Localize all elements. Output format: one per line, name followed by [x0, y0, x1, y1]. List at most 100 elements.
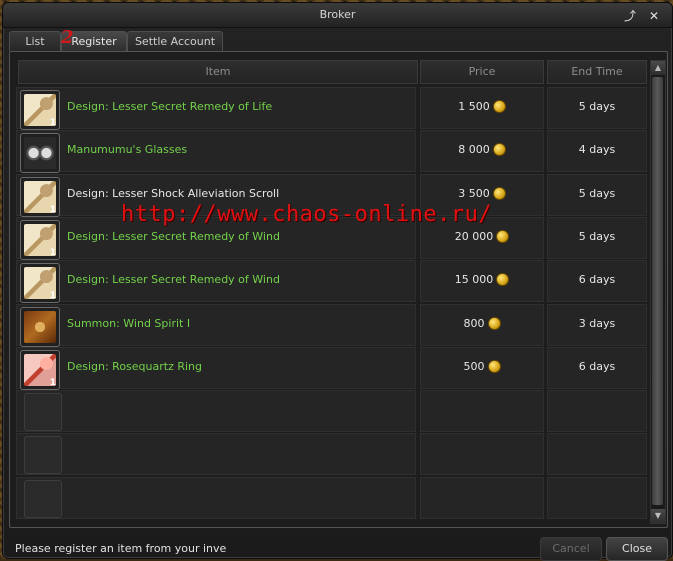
- item-cell: [16, 476, 416, 519]
- status-text: Please register an item from your inve: [15, 542, 227, 555]
- price-value: 3 500: [458, 186, 490, 200]
- close-icon[interactable]: ✕: [647, 9, 661, 23]
- stack-count: 1: [49, 377, 56, 388]
- stack-count: 1: [49, 118, 56, 128]
- item-cell: 1 Design: Lesser Secret Remedy of Life: [16, 87, 416, 130]
- end-time-cell: 6 days: [547, 260, 647, 303]
- tab-list-label: List: [25, 35, 45, 48]
- scroll-down-icon[interactable]: ▼: [651, 509, 665, 523]
- price-value: 800: [463, 316, 485, 330]
- item-icon-slot[interactable]: 1: [20, 176, 60, 217]
- price-cell: [420, 476, 544, 519]
- empty-row: [16, 476, 647, 519]
- price-value: 20 000: [454, 229, 494, 243]
- end-time-cell: [547, 476, 647, 519]
- end-time-cell: 4 days: [547, 130, 647, 173]
- empty-item-slot[interactable]: [24, 436, 62, 475]
- empty-row: [16, 390, 647, 433]
- item-row[interactable]: 1 Design: Lesser Secret Remedy of Life 1 5…: [16, 87, 647, 130]
- broker-window: Broker ⤴ ✕ List Register Settle Account …: [2, 2, 673, 561]
- item-end-time: 4 days: [578, 143, 616, 157]
- empty-item-slot[interactable]: [24, 393, 62, 432]
- item-name: Design: Lesser Shock Alleviation Scroll: [67, 186, 280, 200]
- end-time-cell: 5 days: [547, 87, 647, 129]
- item-name: Manumumu's Glasses: [67, 143, 188, 157]
- item-end-time: 6 days: [578, 359, 616, 373]
- item-price: 8 000: [421, 143, 543, 157]
- item-name: Design: Rosequartz Ring: [67, 359, 203, 373]
- item-icon-slot[interactable]: [20, 306, 60, 347]
- window-title: Broker: [319, 8, 356, 21]
- column-header-end-time[interactable]: End Time: [547, 60, 647, 84]
- end-time-cell: [547, 390, 647, 433]
- price-cell: 8 000: [420, 130, 544, 173]
- item-cell: 1 Design: Rosequartz Ring: [16, 346, 416, 390]
- tab-settle-account-label: Settle Account: [134, 35, 216, 48]
- tab-register-label: Register: [71, 35, 117, 48]
- price-value: 500: [463, 359, 485, 373]
- column-header-item[interactable]: Item: [18, 60, 418, 84]
- item-name: Summon: Wind Spirit I: [67, 316, 191, 330]
- scrollbar[interactable]: ▲ ▼: [650, 60, 666, 524]
- price-cell: 1 500: [420, 87, 544, 129]
- item-cell: [16, 433, 416, 476]
- column-header-price[interactable]: Price: [420, 60, 544, 84]
- stack-count: 1: [49, 291, 56, 302]
- item-icon-slot[interactable]: 1: [20, 263, 60, 304]
- gold-coin-icon: [487, 359, 501, 373]
- item-cell: 1 Design: Lesser Secret Remedy of Wind: [16, 260, 416, 304]
- item-name: Design: Lesser Secret Remedy of Wind: [67, 273, 280, 287]
- end-time-cell: 6 days: [547, 346, 647, 389]
- tab-settle-account[interactable]: Settle Account: [127, 31, 223, 51]
- item-price: 800: [421, 316, 543, 330]
- cancel-button[interactable]: Cancel: [540, 537, 602, 561]
- price-cell: 15 000: [420, 260, 544, 303]
- item-row[interactable]: 1 Design: Lesser Secret Remedy of Wind 15 …: [16, 260, 647, 304]
- scroll-up-icon[interactable]: ▲: [651, 61, 665, 75]
- item-row[interactable]: Manumumu's Glasses 8 000 4 days: [16, 130, 647, 174]
- gold-coin-icon: [492, 143, 506, 157]
- price-cell: 500: [420, 346, 544, 389]
- gold-coin-icon: [487, 316, 501, 330]
- spellbook-icon: [24, 310, 56, 343]
- end-time-cell: 5 days: [547, 173, 647, 216]
- item-cell: [16, 390, 416, 433]
- end-time-cell: [547, 433, 647, 476]
- watermark: http://www.chaos-online.ru/: [121, 202, 493, 227]
- item-cell: Manumumu's Glasses: [16, 130, 416, 174]
- item-icon-slot[interactable]: [20, 133, 60, 174]
- price-value: 15 000: [454, 273, 494, 287]
- item-price: 15 000: [421, 273, 543, 287]
- end-time-cell: 3 days: [547, 303, 647, 346]
- item-name: Design: Lesser Secret Remedy of Life: [67, 100, 273, 113]
- stack-count: 1: [49, 204, 56, 215]
- price-value: 1 500: [458, 100, 490, 113]
- item-price: 500: [421, 359, 543, 373]
- price-cell: 800: [420, 303, 544, 346]
- gold-coin-icon: [492, 100, 506, 113]
- tab-marker: 2: [61, 27, 74, 48]
- empty-row: [16, 433, 647, 476]
- item-end-time: 6 days: [578, 273, 616, 287]
- item-price: 20 000: [421, 229, 543, 243]
- item-end-time: 5 days: [578, 186, 616, 200]
- items-panel: Item Price End Time 1 Design: Lesser Secr…: [9, 51, 668, 528]
- item-row[interactable]: 1 Design: Rosequartz Ring 500 6 days: [16, 346, 647, 390]
- item-name: Design: Lesser Secret Remedy of Wind: [67, 229, 280, 243]
- item-price: 3 500: [421, 186, 543, 200]
- close-button[interactable]: Close: [606, 537, 668, 561]
- gold-coin-icon: [496, 273, 510, 287]
- stack-count: 1: [49, 247, 56, 258]
- item-icon-slot[interactable]: 1: [20, 219, 60, 260]
- pin-icon[interactable]: ⤴: [623, 9, 637, 23]
- scroll-thumb[interactable]: [652, 77, 663, 505]
- empty-item-slot[interactable]: [24, 479, 62, 518]
- item-icon-slot[interactable]: 1: [20, 90, 60, 130]
- tab-list[interactable]: List: [9, 31, 61, 51]
- price-value: 8 000: [458, 143, 490, 157]
- item-icon-slot[interactable]: 1: [20, 349, 60, 390]
- gold-coin-icon: [492, 186, 506, 200]
- title-bar[interactable]: Broker ⤴ ✕: [3, 3, 672, 28]
- item-row[interactable]: Summon: Wind Spirit I 800 3 days: [16, 303, 647, 347]
- price-cell: [420, 390, 544, 433]
